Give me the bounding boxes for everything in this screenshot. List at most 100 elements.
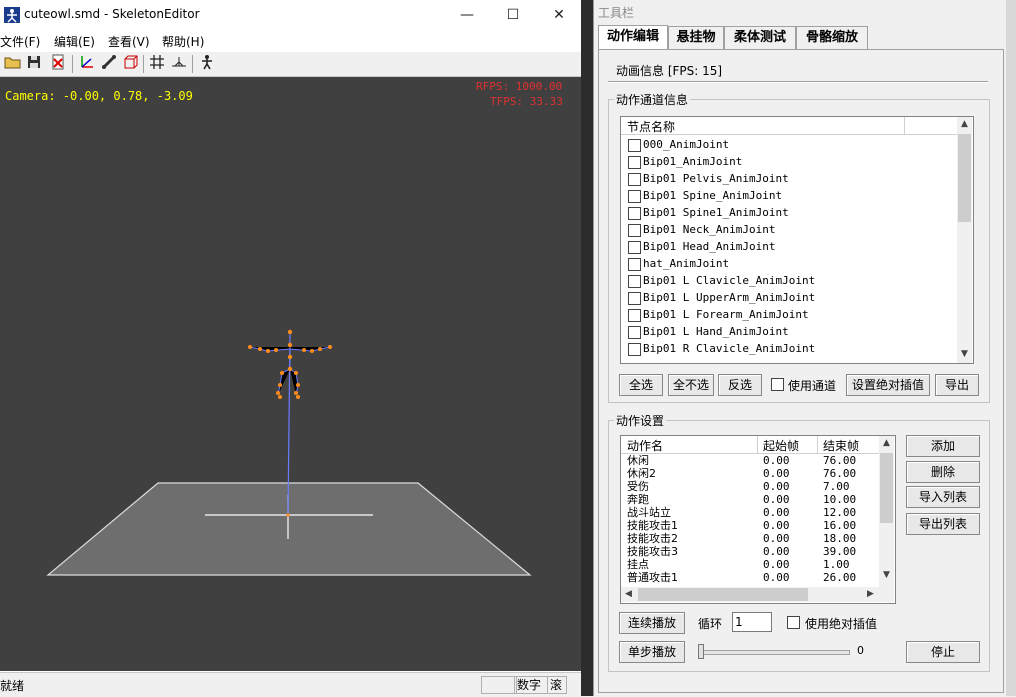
node-row[interactable]: Bip01 Spine_AnimJoint	[621, 187, 957, 204]
end-frame-cell: 1.00	[823, 558, 850, 571]
node-row[interactable]: Bip01 Neck_AnimJoint	[621, 221, 957, 238]
menu-view[interactable]: 查看(V)	[108, 33, 150, 50]
continuous-play-button[interactable]: 连续播放	[619, 612, 685, 634]
menu-edit[interactable]: 编辑(E)	[54, 33, 95, 50]
tab-bone-scale[interactable]: 骨骼缩放	[796, 26, 868, 49]
add-action-button[interactable]: 添加	[906, 435, 980, 457]
action-row[interactable]: 受伤 0.00 7.00	[621, 480, 879, 493]
menu-file[interactable]: 文件(F)	[0, 33, 40, 50]
node-label: Bip01 L Forearm_AnimJoint	[643, 308, 809, 321]
open-folder-icon[interactable]	[3, 54, 23, 74]
action-row[interactable]: 休闲 0.00 76.00	[621, 454, 879, 467]
start-frame-cell: 0.00	[763, 493, 790, 506]
use-absolute-checkbox[interactable]	[787, 616, 800, 629]
delete-action-button[interactable]: 删除	[906, 461, 980, 483]
scroll-up-icon[interactable]: ▲	[879, 436, 894, 451]
action-name-column[interactable]: 动作名	[627, 437, 663, 454]
action-row[interactable]: 技能攻击3 0.00 39.00	[621, 545, 879, 558]
divider	[608, 81, 988, 83]
node-list-scrollbar[interactable]: ▲ ▼	[957, 117, 972, 363]
action-row[interactable]: 挂点 0.00 1.00	[621, 558, 879, 571]
box-icon[interactable]	[121, 54, 141, 74]
node-checkbox[interactable]	[628, 258, 641, 271]
node-row[interactable]: Bip01 R Clavicle_AnimJoint	[621, 340, 957, 357]
node-checkbox[interactable]	[628, 156, 641, 169]
save-icon[interactable]	[24, 54, 44, 74]
ground-icon[interactable]	[169, 54, 189, 74]
scroll-thumb[interactable]	[638, 588, 808, 601]
node-checkbox[interactable]	[628, 343, 641, 356]
step-play-button[interactable]: 单步播放	[619, 641, 685, 663]
node-name-column[interactable]: 节点名称	[627, 118, 675, 135]
menu-help[interactable]: 帮助(H)	[162, 33, 204, 50]
node-row[interactable]: Bip01 L Clavicle_AnimJoint	[621, 272, 957, 289]
scroll-right-icon[interactable]: ▶	[863, 587, 878, 602]
figure-icon[interactable]	[197, 54, 217, 74]
node-row[interactable]: Bip01 L Forearm_AnimJoint	[621, 306, 957, 323]
stop-button[interactable]: 停止	[906, 641, 980, 663]
close-icon[interactable]: ✕	[536, 0, 582, 30]
start-frame-cell: 0.00	[763, 480, 790, 493]
tab-attachments[interactable]: 悬挂物	[668, 26, 724, 49]
tab-action-edit[interactable]: 动作编辑	[598, 25, 668, 50]
select-none-button[interactable]: 全不选	[668, 374, 714, 396]
node-checkbox[interactable]	[628, 224, 641, 237]
axis-icon[interactable]	[77, 54, 97, 74]
node-checkbox[interactable]	[628, 207, 641, 220]
action-row[interactable]: 普通攻击1 0.00 26.00	[621, 571, 879, 584]
node-list[interactable]: 节点名称 000_AnimJoint Bip01_AnimJoint Bip01 P…	[620, 116, 974, 364]
node-row[interactable]: Bip01 L Hand_AnimJoint	[621, 323, 957, 340]
frame-slider-thumb[interactable]	[698, 644, 704, 659]
frame-slider-track[interactable]	[700, 650, 850, 655]
close-file-icon[interactable]	[48, 54, 68, 74]
end-frame-column[interactable]: 结束帧	[823, 437, 859, 454]
node-row[interactable]: hat_AnimJoint	[621, 255, 957, 272]
minimize-icon[interactable]: —	[444, 0, 490, 30]
node-row[interactable]: 000_AnimJoint	[621, 136, 957, 153]
scroll-thumb[interactable]	[958, 134, 971, 222]
scroll-thumb[interactable]	[880, 453, 893, 523]
select-all-button[interactable]: 全选	[619, 374, 663, 396]
action-row[interactable]: 技能攻击2 0.00 18.00	[621, 532, 879, 545]
use-channel-checkbox[interactable]	[771, 378, 784, 391]
start-frame-column[interactable]: 起始帧	[763, 437, 799, 454]
loop-count-input[interactable]: 1	[732, 612, 772, 632]
3d-viewport[interactable]: Camera: -0.00, 0.78, -3.09 RFPS: 1000.00…	[0, 77, 581, 671]
node-row[interactable]: Bip01 Head_AnimJoint	[621, 238, 957, 255]
tab-soft-body[interactable]: 柔体测试	[724, 26, 796, 49]
export-channel-button[interactable]: 导出	[935, 374, 979, 396]
node-checkbox[interactable]	[628, 275, 641, 288]
scroll-up-icon[interactable]: ▲	[957, 117, 972, 132]
node-checkbox[interactable]	[628, 292, 641, 305]
tfps-readout: TFPS: 33.33	[490, 95, 563, 108]
set-absolute-button[interactable]: 设置绝对插值	[846, 374, 930, 396]
bone-icon[interactable]	[99, 54, 119, 74]
node-checkbox[interactable]	[628, 309, 641, 322]
action-list-vscroll[interactable]: ▲ ▼	[879, 436, 894, 588]
node-checkbox[interactable]	[628, 173, 641, 186]
action-row[interactable]: 技能攻击1 0.00 16.00	[621, 519, 879, 532]
scroll-left-icon[interactable]: ◀	[621, 587, 636, 602]
import-list-button[interactable]: 导入列表	[906, 486, 980, 508]
node-checkbox[interactable]	[628, 139, 641, 152]
node-row[interactable]: Bip01_AnimJoint	[621, 153, 957, 170]
action-row[interactable]: 奔跑 0.00 10.00	[621, 493, 879, 506]
action-row[interactable]: 战斗站立 0.00 12.00	[621, 506, 879, 519]
title-bar[interactable]: cuteowl.smd - SkeletonEditor — ☐ ✕	[0, 0, 585, 30]
node-checkbox[interactable]	[628, 326, 641, 339]
action-row[interactable]: 休闲2 0.00 76.00	[621, 467, 879, 480]
grid-icon[interactable]	[147, 54, 167, 74]
node-checkbox[interactable]	[628, 241, 641, 254]
node-checkbox[interactable]	[628, 190, 641, 203]
node-row[interactable]: Bip01 Pelvis_AnimJoint	[621, 170, 957, 187]
action-list[interactable]: 动作名 起始帧 结束帧 休闲 0.00 76.00 休闲2 0.00 76.00 受伤 0.0…	[620, 435, 896, 604]
node-row[interactable]: Bip01 L UpperArm_AnimJoint	[621, 289, 957, 306]
invert-selection-button[interactable]: 反选	[718, 374, 762, 396]
scroll-down-icon[interactable]: ▼	[957, 347, 972, 362]
scroll-down-icon[interactable]: ▼	[879, 568, 894, 583]
maximize-icon[interactable]: ☐	[490, 0, 536, 30]
node-row[interactable]: Bip01 Spine1_AnimJoint	[621, 204, 957, 221]
action-list-hscroll[interactable]: ◀ ▶	[621, 587, 894, 602]
export-list-button[interactable]: 导出列表	[906, 513, 980, 535]
header-divider	[817, 436, 818, 453]
